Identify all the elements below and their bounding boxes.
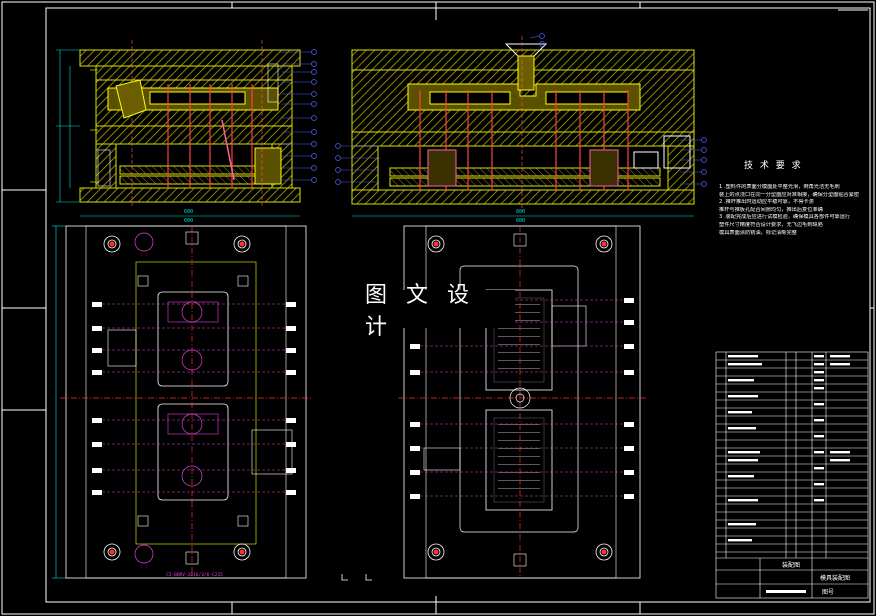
technical-requirements-notes: 1 .塑料件的表面分模面处平整光滑，倒角光洁无毛刺 装上的点浇口在同一分型面应对… bbox=[719, 184, 869, 237]
plan-caption: CI-BQRV-2016/3/6-C215 bbox=[166, 573, 223, 578]
tech-note: 3 .装配完成后应进行试模检验，确保模具各部件可靠运行 bbox=[719, 214, 851, 221]
title-block-label-b: 图号 bbox=[822, 589, 835, 596]
tech-note: 1 .塑料件的表面分模面处平整光滑，倒角光洁无毛刺 bbox=[719, 184, 840, 190]
watermark-text: 图 文 设 计 bbox=[365, 283, 515, 340]
title-block-label-a: 装配图 bbox=[782, 562, 801, 569]
right-side-width-dim: 600 bbox=[516, 209, 526, 215]
left-section-view bbox=[56, 40, 317, 217]
tech-note: 2 .推杆推出时运动应平稳可靠，不得卡滞 bbox=[719, 199, 814, 206]
tech-note: 装上的点浇口在同一分型面应对准相接，确保分型面贴合紧密 bbox=[719, 191, 860, 198]
right-section-view bbox=[335, 33, 707, 217]
technical-requirements-title: 技 术 要 求 bbox=[744, 161, 803, 171]
left-plan-width-dim: 600 bbox=[184, 218, 194, 224]
section-marks bbox=[341, 574, 372, 581]
tech-note: 模具表面涂防锈油，标记清晰完整 bbox=[719, 229, 797, 236]
title-block-drawing-name: 模具装配图 bbox=[820, 575, 851, 582]
right-plan-width-dim: 600 bbox=[516, 218, 526, 224]
tech-note: 塑件尺寸精度符合设计要求，无飞边毛刺缺陷 bbox=[719, 221, 823, 228]
left-plan-view bbox=[52, 225, 312, 579]
tech-note: 推杆与推板孔配合间隙均匀，推出后复位准确 bbox=[719, 206, 823, 213]
left-side-width-dim: 600 bbox=[184, 209, 194, 215]
